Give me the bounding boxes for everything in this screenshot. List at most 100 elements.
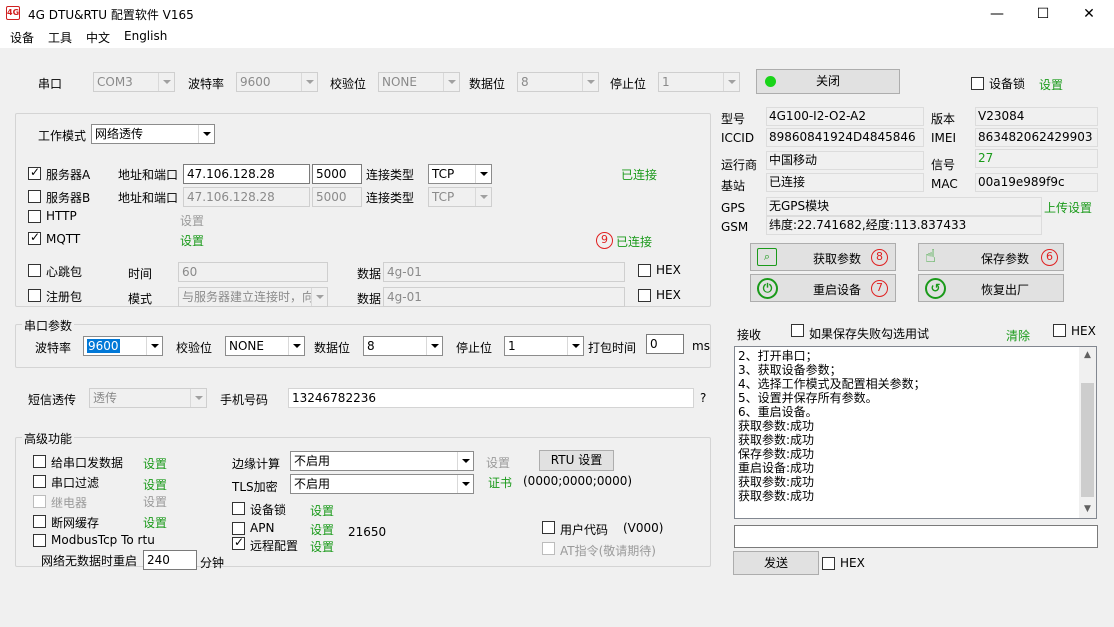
baud-select[interactable]: 9600	[236, 72, 318, 92]
server-a-host-input[interactable]: 47.106.128.28	[183, 164, 310, 184]
maximize-button[interactable]: ☐	[1020, 0, 1066, 28]
close-port-button[interactable]: 关闭	[756, 69, 900, 94]
clear-link[interactable]: 清除	[1006, 327, 1030, 344]
uart-stopbits-select[interactable]: 1	[504, 336, 584, 356]
chevron-down-icon	[475, 188, 491, 206]
log-line: 保存参数:成功	[738, 447, 815, 461]
server-b-addr-label: 地址和端口	[118, 191, 179, 205]
maximize-icon: ☐	[1036, 6, 1050, 22]
send-button[interactable]: 发送	[733, 551, 819, 575]
register-hex-checkbox[interactable]	[638, 289, 651, 302]
upload-setting-link[interactable]: 上传设置	[1044, 199, 1092, 216]
receive-scrollbar[interactable]: ▲ ▼	[1079, 347, 1096, 518]
heartbeat-checkbox[interactable]	[28, 264, 41, 277]
relay-setting-link[interactable]: 设置	[143, 493, 167, 510]
apn-checkbox[interactable]	[232, 522, 245, 535]
server-b-host-input[interactable]: 47.106.128.28	[183, 187, 310, 207]
factory-reset-button[interactable]: ↺ 恢复出厂	[918, 274, 1064, 302]
log-line: 获取参数:成功	[738, 419, 815, 433]
scroll-thumb[interactable]	[1081, 383, 1094, 497]
stopbits-select[interactable]: 1	[658, 72, 740, 92]
uart-send-checkbox[interactable]	[33, 455, 46, 468]
restart-device-button[interactable]: ⏻ 重启设备 7	[750, 274, 896, 302]
user-code-checkbox[interactable]	[542, 521, 555, 534]
title-bar: 4G 4G DTU&RTU 配置软件 V165 — ☐ ✕	[0, 0, 1114, 28]
menu-tools[interactable]: 工具	[48, 29, 72, 46]
uart-filter-checkbox[interactable]	[33, 475, 46, 488]
uart-parity-select[interactable]: NONE	[225, 336, 305, 356]
uart-filter-setting-link[interactable]: 设置	[143, 476, 167, 493]
apn-setting-link[interactable]: 设置	[310, 521, 334, 538]
chevron-down-icon	[475, 165, 491, 183]
relay-checkbox[interactable]	[33, 495, 46, 508]
minimize-button[interactable]: —	[974, 0, 1020, 28]
pack-time-input[interactable]: 0	[646, 334, 684, 354]
edge-setting-link[interactable]: 设置	[486, 454, 510, 471]
edge-label: 边缘计算	[232, 457, 281, 471]
receive-hex-checkbox[interactable]	[1053, 324, 1066, 337]
edge-select[interactable]: 不启用	[290, 451, 474, 471]
menu-device[interactable]: 设备	[10, 29, 34, 46]
register-checkbox[interactable]	[28, 289, 41, 302]
send-hex-checkbox[interactable]	[822, 557, 835, 570]
heartbeat-time-input[interactable]: 60	[178, 262, 328, 282]
server-a-port-input[interactable]: 5000	[312, 164, 362, 184]
rtu-setting-button[interactable]: RTU 设置	[539, 450, 614, 471]
register-data-input[interactable]: 4g-01	[383, 287, 625, 307]
adv-lock-setting-link[interactable]: 设置	[310, 502, 334, 519]
port-select[interactable]: COM3	[93, 72, 175, 92]
work-mode-select[interactable]: 网络透传	[91, 124, 215, 144]
uart-databits-select[interactable]: 8	[363, 336, 443, 356]
receive-log[interactable]: 2、打开串口； 3、获取设备参数； 4、选择工作模式及配置相关参数； 5、设置并…	[734, 346, 1097, 519]
heartbeat-data-input[interactable]: 4g-01	[383, 262, 625, 282]
menu-chinese[interactable]: 中文	[86, 29, 110, 46]
http-checkbox[interactable]	[28, 210, 41, 223]
log-line: 6、重启设备。	[738, 405, 818, 419]
heartbeat-hex-checkbox[interactable]	[638, 264, 651, 277]
parity-select[interactable]: NONE	[378, 72, 460, 92]
close-window-button[interactable]: ✕	[1066, 0, 1112, 28]
offline-cache-setting-link[interactable]: 设置	[143, 514, 167, 531]
remote-config-checkbox[interactable]	[232, 535, 245, 550]
tls-select[interactable]: 不启用	[290, 474, 474, 494]
offline-cache-checkbox[interactable]	[33, 515, 46, 528]
send-input[interactable]	[734, 525, 1098, 548]
cert-value: (0000;0000;0000)	[523, 474, 633, 488]
chevron-down-icon	[457, 452, 473, 470]
uart-baud-select[interactable]: 9600	[83, 336, 163, 356]
stopbits-label: 停止位	[610, 77, 647, 91]
model-value: 4G100-I2-O2-A2	[766, 107, 924, 126]
device-lock-checkbox[interactable]	[971, 77, 984, 90]
help-icon[interactable]: ?	[700, 391, 706, 405]
cert-link[interactable]: 证书	[488, 474, 512, 491]
server-a-checkbox[interactable]	[28, 165, 41, 180]
device-lock-setting-link[interactable]: 设置	[1039, 76, 1063, 93]
mqtt-setting-link[interactable]: 设置	[180, 232, 204, 249]
scroll-up-icon[interactable]: ▲	[1079, 347, 1096, 364]
sms-mode-select[interactable]: 透传	[89, 388, 207, 408]
http-setting-link[interactable]: 设置	[180, 212, 204, 229]
databits-select[interactable]: 8	[517, 72, 599, 92]
register-mode-select[interactable]: 与服务器建立连接时，向	[178, 287, 328, 307]
uart-send-setting-link[interactable]: 设置	[143, 455, 167, 472]
modbus-checkbox[interactable]	[33, 534, 46, 547]
scroll-down-icon[interactable]: ▼	[1079, 501, 1096, 518]
menu-english[interactable]: English	[124, 29, 167, 43]
server-b-port-input[interactable]: 5000	[312, 187, 362, 207]
nodata-restart-label: 网络无数据时重启	[41, 554, 138, 568]
phone-input[interactable]: 13246782236	[288, 388, 694, 408]
nodata-restart-input[interactable]: 240	[143, 550, 197, 570]
server-b-type-select[interactable]: TCP	[428, 187, 492, 207]
at-cmd-checkbox[interactable]	[542, 542, 555, 555]
uart-params-title: 串口参数	[22, 317, 75, 334]
remote-config-setting-link[interactable]: 设置	[310, 538, 334, 555]
mqtt-label: MQTT	[46, 232, 81, 246]
adv-lock-checkbox[interactable]	[232, 502, 245, 515]
mqtt-checkbox[interactable]	[28, 230, 41, 245]
save-fail-checkbox[interactable]	[791, 324, 804, 337]
get-params-button[interactable]: ⌕ 获取参数 8	[750, 243, 896, 271]
operator-label: 运行商	[721, 158, 758, 172]
server-b-checkbox[interactable]	[28, 190, 41, 203]
server-a-type-select[interactable]: TCP	[428, 164, 492, 184]
save-params-button[interactable]: ☝ 保存参数 6	[918, 243, 1064, 271]
